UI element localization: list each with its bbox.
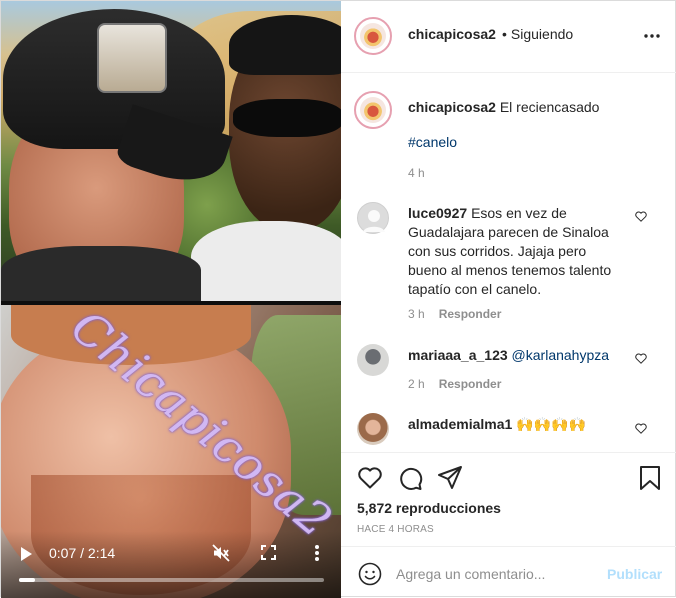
brand-logo-icon bbox=[360, 97, 386, 123]
caption-avatar[interactable] bbox=[354, 91, 392, 129]
video-time: 0:07 / 2:14 bbox=[49, 545, 116, 561]
hashtag-link[interactable]: #canelo bbox=[408, 134, 457, 150]
comments-list[interactable]: chicapicosa2 El reciencasado #canelo 4 h… bbox=[341, 74, 676, 452]
comment-username[interactable]: mariaaa_a_123 bbox=[408, 347, 508, 363]
bookmark-icon[interactable] bbox=[637, 465, 663, 491]
comment-meta: 3 h Responder bbox=[408, 307, 501, 321]
comment-avatar[interactable] bbox=[357, 344, 389, 376]
comment-icon[interactable] bbox=[397, 465, 423, 491]
avatar[interactable] bbox=[354, 17, 392, 55]
follow-status-label: Siguiendo bbox=[510, 26, 574, 42]
comment-time: 2 h bbox=[408, 377, 425, 391]
more-vertical-icon[interactable] bbox=[314, 544, 320, 562]
sunglasses bbox=[233, 99, 341, 137]
caption-username[interactable]: chicapicosa2 bbox=[408, 99, 496, 115]
add-comment-bar: Publicar bbox=[341, 546, 676, 598]
caption-time: 4 h bbox=[408, 166, 425, 180]
comment-meta: 2 h Responder bbox=[408, 377, 501, 391]
video-player[interactable]: Chicapicosa2 0:07 / 2:14 bbox=[1, 1, 341, 598]
instagram-post: Chicapicosa2 0:07 / 2:14 chicapicosa2 • … bbox=[0, 0, 676, 598]
mute-icon[interactable] bbox=[212, 544, 230, 562]
progress-fill bbox=[19, 578, 35, 582]
comment-body: 🙌🙌🙌🙌 bbox=[516, 416, 586, 432]
comment-like-heart-icon[interactable] bbox=[635, 423, 647, 434]
video-top-pane bbox=[1, 1, 341, 301]
publish-button[interactable]: Publicar bbox=[607, 566, 662, 582]
comment-time: 3 h bbox=[408, 307, 425, 321]
default-user-icon bbox=[363, 210, 385, 232]
post-timestamp: HACE 4 HORAS bbox=[357, 524, 434, 535]
person-right-hair bbox=[229, 15, 341, 75]
brand-logo-icon bbox=[360, 23, 386, 49]
share-icon[interactable] bbox=[437, 465, 463, 491]
progress-bar[interactable] bbox=[19, 578, 324, 582]
comment-text: mariaaa_a_123 @karlanahypza bbox=[408, 346, 628, 365]
view-count[interactable]: 5,872 reproducciones bbox=[357, 500, 501, 516]
caption-text: El reciencasado bbox=[499, 99, 600, 115]
follow-status[interactable]: • Siguiendo bbox=[502, 26, 573, 42]
comment-like-heart-icon[interactable] bbox=[635, 211, 647, 222]
reply-button[interactable]: Responder bbox=[439, 307, 502, 321]
separator-dot: • bbox=[502, 26, 507, 42]
cap-wolf-patch bbox=[97, 23, 167, 93]
comment-text: almademialma1 🙌🙌🙌🙌 bbox=[408, 415, 628, 434]
comment-username[interactable]: almademialma1 bbox=[408, 416, 512, 432]
comment-avatar[interactable] bbox=[357, 202, 389, 234]
person-right-shirt bbox=[191, 221, 341, 301]
fullscreen-icon[interactable] bbox=[261, 545, 276, 560]
emoji-icon[interactable] bbox=[358, 562, 382, 586]
comment-username[interactable]: luce0927 bbox=[408, 205, 467, 221]
post-sidebar: chicapicosa2 • Siguiendo chicapicosa2 El … bbox=[341, 1, 676, 598]
header-username[interactable]: chicapicosa2 bbox=[408, 26, 496, 42]
comment-avatar[interactable] bbox=[357, 413, 389, 445]
person-left-shirt bbox=[1, 246, 201, 301]
post-actions: 5,872 reproducciones HACE 4 HORAS bbox=[341, 452, 676, 546]
post-header: chicapicosa2 • Siguiendo bbox=[341, 1, 676, 73]
comment-input[interactable] bbox=[396, 563, 596, 585]
reply-button[interactable]: Responder bbox=[439, 377, 502, 391]
caption: chicapicosa2 El reciencasado bbox=[408, 98, 663, 116]
comment-text: luce0927 Esos en vez de Guadalajara pare… bbox=[408, 204, 628, 299]
video-controls: 0:07 / 2:14 bbox=[1, 531, 341, 598]
more-horizontal-icon[interactable] bbox=[644, 34, 660, 38]
heart-icon[interactable] bbox=[357, 465, 383, 491]
comment-like-heart-icon[interactable] bbox=[635, 353, 647, 364]
comment-mention[interactable]: @karlanahypza bbox=[512, 347, 610, 363]
play-icon[interactable] bbox=[21, 547, 32, 561]
